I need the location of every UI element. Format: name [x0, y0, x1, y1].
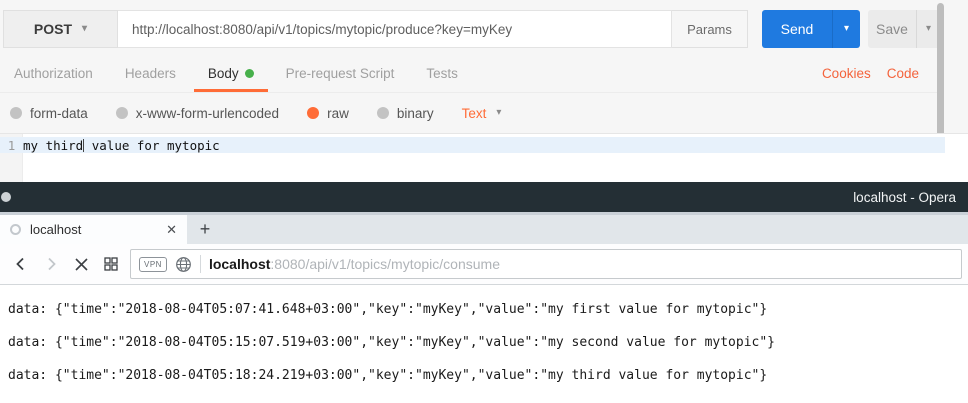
- address-url[interactable]: localhost:8080/api/v1/topics/mytopic/con…: [209, 256, 500, 272]
- mode-label: binary: [397, 106, 434, 121]
- sse-data-line: data: {"time":"2018-08-04T05:07:41.648+0…: [8, 293, 968, 326]
- globe-icon: [175, 256, 192, 273]
- mode-raw[interactable]: raw: [307, 106, 349, 121]
- mode-label: raw: [327, 106, 349, 121]
- http-method-label: POST: [34, 21, 72, 37]
- body-mode-row: form-data x-www-form-urlencoded raw bina…: [0, 93, 968, 133]
- mode-binary[interactable]: binary: [377, 106, 434, 121]
- address-separator: [200, 255, 201, 273]
- browser-tab-localhost[interactable]: localhost ✕: [0, 215, 187, 244]
- request-tabs: Authorization Headers Body Pre-request S…: [0, 55, 937, 93]
- send-button[interactable]: Send: [762, 10, 832, 48]
- mode-x-www-form-urlencoded[interactable]: x-www-form-urlencoded: [116, 106, 279, 121]
- browser-tab-bar: localhost ✕ +: [0, 212, 968, 244]
- tab-label: Tests: [426, 66, 458, 81]
- address-host: localhost: [209, 256, 270, 272]
- cookies-link[interactable]: Cookies: [822, 66, 871, 81]
- mode-form-data[interactable]: form-data: [10, 106, 88, 121]
- close-tab-icon[interactable]: ✕: [166, 222, 177, 238]
- sse-data-line: data: {"time":"2018-08-04T05:18:24.219+0…: [8, 359, 968, 392]
- screen: POST ▾ http://localhost:8080/api/v1/topi…: [0, 0, 968, 403]
- chevron-down-icon: ▾: [496, 108, 501, 118]
- save-button[interactable]: Save: [868, 10, 916, 48]
- chevron-down-icon: ▾: [844, 24, 849, 34]
- tab-title: localhost: [30, 222, 157, 237]
- editor-text-before-cursor: my third: [23, 138, 83, 153]
- chevron-down-icon: ▾: [926, 24, 931, 34]
- tab-label: Authorization: [14, 66, 93, 81]
- tab-pre-request-script[interactable]: Pre-request Script: [272, 55, 409, 92]
- favicon-placeholder-icon: [10, 224, 21, 235]
- raw-body-editor[interactable]: 1 my third value for mytopic: [0, 133, 968, 182]
- http-method-dropdown[interactable]: POST ▾: [3, 10, 118, 48]
- radio-icon: [377, 107, 389, 119]
- request-url-input[interactable]: http://localhost:8080/api/v1/topics/myto…: [118, 10, 672, 48]
- address-path: :8080/api/v1/topics/mytopic/consume: [270, 256, 500, 272]
- tab-label: Headers: [125, 66, 176, 81]
- forward-button[interactable]: [36, 249, 66, 279]
- mode-label: form-data: [30, 106, 88, 121]
- window-title: localhost - Opera: [853, 190, 968, 205]
- params-button[interactable]: Params: [672, 10, 748, 48]
- chevron-down-icon: ▾: [82, 24, 87, 34]
- postman-window: POST ▾ http://localhost:8080/api/v1/topi…: [0, 0, 968, 182]
- tab-tests[interactable]: Tests: [412, 55, 472, 92]
- tab-label: Pre-request Script: [286, 66, 395, 81]
- tab-label: Body: [208, 66, 239, 81]
- tab-body[interactable]: Body: [194, 55, 268, 92]
- radio-icon: [116, 107, 128, 119]
- editor-active-line: 1 my third value for mytopic: [0, 137, 945, 153]
- request-url-row: POST ▾ http://localhost:8080/api/v1/topi…: [3, 10, 748, 48]
- sse-data-line: data: {"time":"2018-08-04T05:15:07.519+0…: [8, 326, 968, 359]
- body-has-content-dot-icon: [245, 69, 254, 78]
- format-label: Text: [462, 106, 487, 121]
- mode-label: x-www-form-urlencoded: [136, 106, 279, 121]
- editor-text-after-cursor: value for mytopic: [84, 138, 219, 153]
- address-bar[interactable]: VPN localhost:8080/api/v1/topics/mytopic…: [130, 249, 962, 279]
- radio-checked-icon: [307, 107, 319, 119]
- radio-icon: [10, 107, 22, 119]
- send-button-group: Send ▾: [762, 10, 860, 48]
- back-button[interactable]: [6, 249, 36, 279]
- code-link[interactable]: Code: [887, 66, 919, 81]
- line-number: 1: [0, 138, 23, 153]
- vpn-badge[interactable]: VPN: [139, 257, 167, 272]
- titlebar-dot-icon: [1, 192, 11, 202]
- save-button-group: Save ▾: [868, 10, 940, 48]
- tab-authorization[interactable]: Authorization: [0, 55, 107, 92]
- new-tab-button[interactable]: +: [187, 215, 223, 244]
- page-content: data: {"time":"2018-08-04T05:07:41.648+0…: [0, 285, 968, 403]
- browser-navbar: VPN localhost:8080/api/v1/topics/mytopic…: [0, 244, 968, 285]
- speed-dial-button[interactable]: [96, 249, 126, 279]
- tab-headers[interactable]: Headers: [111, 55, 190, 92]
- opera-window-titlebar: localhost - Opera: [0, 182, 968, 212]
- request-links: Cookies Code: [822, 66, 937, 81]
- stop-reload-button[interactable]: [66, 249, 96, 279]
- send-options-dropdown[interactable]: ▾: [832, 10, 860, 48]
- raw-format-dropdown[interactable]: Text ▾: [462, 106, 502, 121]
